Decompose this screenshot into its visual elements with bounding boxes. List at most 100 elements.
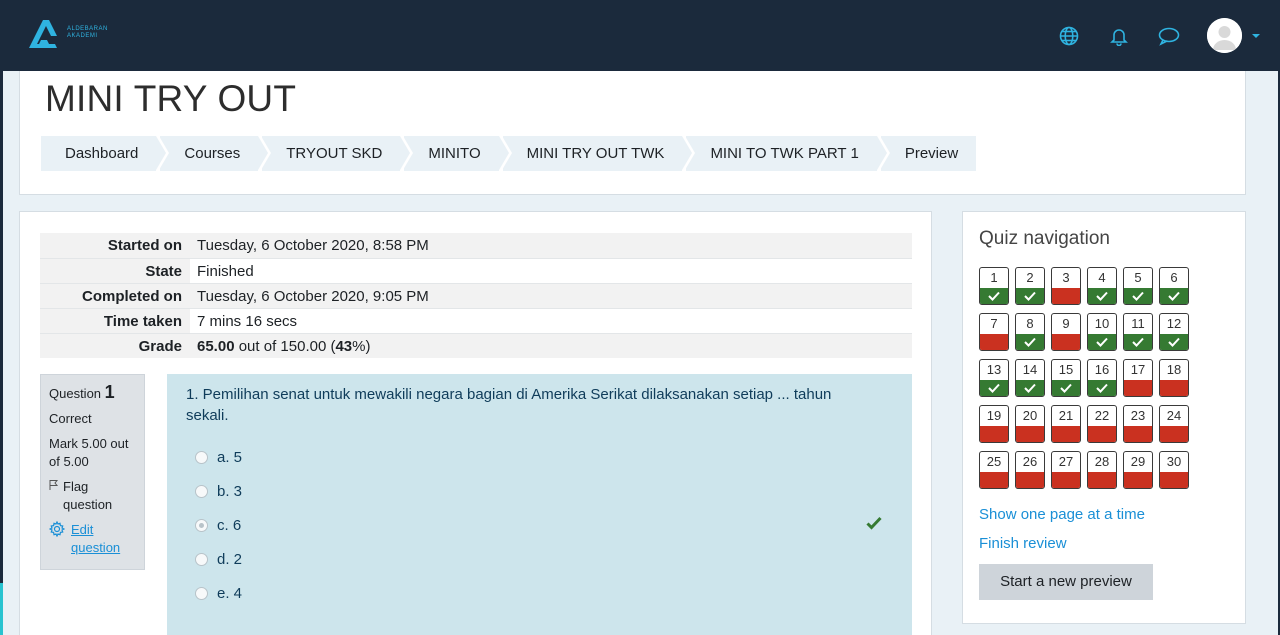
breadcrumb-item-mini-try-out-twk[interactable]: MINI TRY OUT TWK bbox=[502, 136, 696, 171]
breadcrumb-item-preview[interactable]: Preview bbox=[880, 136, 977, 171]
quiz-nav-question-button[interactable]: 23 bbox=[1123, 405, 1153, 443]
quiz-nav-question-number: 16 bbox=[1094, 362, 1110, 377]
answer-label: e. 4 bbox=[217, 584, 243, 602]
flag-question-button[interactable]: Flag question bbox=[49, 478, 136, 514]
quiz-nav-question-button[interactable]: 16 bbox=[1087, 359, 1117, 397]
answer-option-d[interactable]: d. 2 bbox=[186, 542, 893, 576]
answer-option-e[interactable]: e. 4 bbox=[186, 576, 893, 610]
top-navbar: ALDEBARAN AKADEMI bbox=[3, 0, 1278, 71]
quiz-nav-question-number: 23 bbox=[1130, 408, 1146, 423]
correct-status-icon bbox=[1016, 288, 1044, 304]
answer-label: d. 2 bbox=[217, 550, 243, 568]
question-status: Correct bbox=[49, 411, 92, 426]
answer-radio[interactable] bbox=[195, 552, 208, 566]
quiz-nav-question-button[interactable]: 25 bbox=[979, 451, 1009, 489]
edit-question-link[interactable]: Edit question bbox=[48, 520, 136, 557]
quiz-nav-question-number: 29 bbox=[1130, 454, 1146, 469]
quiz-nav-question-button[interactable]: 2 bbox=[1015, 267, 1045, 305]
breadcrumb-item-courses[interactable]: Courses bbox=[160, 136, 272, 171]
quiz-nav-question-number: 19 bbox=[986, 408, 1002, 423]
bell-icon[interactable] bbox=[1107, 24, 1131, 48]
question-content: 1. Pemilihan senat untuk mewakili negara… bbox=[167, 374, 912, 635]
quiz-nav-question-button[interactable]: 18 bbox=[1159, 359, 1189, 397]
quiz-nav-question-button[interactable]: 27 bbox=[1051, 451, 1081, 489]
quiz-nav-question-button[interactable]: 30 bbox=[1159, 451, 1189, 489]
quiz-nav-question-number: 25 bbox=[986, 454, 1002, 469]
quiz-nav-question-button[interactable]: 10 bbox=[1087, 313, 1117, 351]
summary-label: Started on bbox=[40, 233, 190, 258]
quiz-nav-question-button[interactable]: 6 bbox=[1159, 267, 1189, 305]
quiz-nav-question-button[interactable]: 20 bbox=[1015, 405, 1045, 443]
question-number-label: Question bbox=[49, 386, 102, 401]
quiz-nav-question-button[interactable]: 14 bbox=[1015, 359, 1045, 397]
answer-label: a. 5 bbox=[217, 448, 243, 466]
show-one-page-link[interactable]: Show one page at a time bbox=[979, 506, 1145, 523]
quiz-nav-question-button[interactable]: 28 bbox=[1087, 451, 1117, 489]
grade-value: 65.00 out of 150.00 (43%) bbox=[190, 334, 912, 358]
answer-option-a[interactable]: a. 5 bbox=[186, 440, 893, 474]
summary-value: Finished bbox=[197, 263, 254, 280]
answer-radio-selected[interactable] bbox=[195, 518, 208, 532]
breadcrumb-item-dashboard[interactable]: Dashboard bbox=[41, 136, 170, 171]
start-new-preview-button[interactable]: Start a new preview bbox=[979, 564, 1153, 600]
quiz-nav-question-button[interactable]: 11 bbox=[1123, 313, 1153, 351]
question-mark: Mark 5.00 out of 5.00 bbox=[49, 436, 129, 469]
quiz-nav-question-button[interactable]: 4 bbox=[1087, 267, 1117, 305]
answer-radio[interactable] bbox=[195, 484, 208, 498]
quiz-nav-question-button[interactable]: 26 bbox=[1015, 451, 1045, 489]
breadcrumb-item-mini-to-twk-part-1[interactable]: MINI TO TWK PART 1 bbox=[686, 136, 891, 171]
quiz-nav-question-button[interactable]: 3 bbox=[1051, 267, 1081, 305]
question-info-panel: Question 1 Correct Mark 5.00 out of 5.00… bbox=[40, 374, 145, 570]
globe-icon[interactable] bbox=[1057, 24, 1081, 48]
breadcrumb-item-minito[interactable]: MINITO bbox=[404, 136, 512, 171]
quiz-nav-question-number: 1 bbox=[990, 270, 998, 285]
user-avatar[interactable] bbox=[1207, 18, 1242, 53]
quiz-nav-question-button[interactable]: 15 bbox=[1051, 359, 1081, 397]
quiz-nav-question-button[interactable]: 17 bbox=[1123, 359, 1153, 397]
quiz-nav-question-button[interactable]: 5 bbox=[1123, 267, 1153, 305]
quiz-nav-question-button[interactable]: 19 bbox=[979, 405, 1009, 443]
answer-radio[interactable] bbox=[195, 586, 208, 600]
quiz-nav-question-button[interactable]: 7 bbox=[979, 313, 1009, 351]
quiz-nav-question-number: 15 bbox=[1058, 362, 1074, 377]
edit-question-label[interactable]: Edit question bbox=[71, 521, 136, 557]
grade-tail: %) bbox=[352, 338, 371, 355]
finish-review-link[interactable]: Finish review bbox=[979, 535, 1067, 552]
quiz-nav-question-number: 5 bbox=[1134, 270, 1142, 285]
answer-radio[interactable] bbox=[195, 450, 208, 464]
quiz-nav-question-number: 10 bbox=[1094, 316, 1110, 331]
quiz-nav-question-number: 13 bbox=[986, 362, 1002, 377]
correct-status-icon bbox=[1016, 380, 1044, 396]
quiz-nav-question-button[interactable]: 22 bbox=[1087, 405, 1117, 443]
user-menu-caret-icon[interactable] bbox=[1252, 33, 1260, 38]
site-logo[interactable]: ALDEBARAN AKADEMI bbox=[27, 16, 108, 50]
quiz-nav-question-button[interactable]: 13 bbox=[979, 359, 1009, 397]
breadcrumb: Dashboard Courses TRYOUT SKD MINITO MINI… bbox=[41, 136, 980, 171]
answer-option-b[interactable]: b. 3 bbox=[186, 474, 893, 508]
quiz-nav-question-button[interactable]: 9 bbox=[1051, 313, 1081, 351]
viewport: ALDEBARAN AKADEMI MINI TRY OUT Dashboard… bbox=[3, 0, 1278, 635]
quiz-nav-question-button[interactable]: 1 bbox=[979, 267, 1009, 305]
question-navigation-grid: 1 2 3 4 5 6 7 8 9 10 11 12 13 14 15 16 17 18 19 20 21 22 23 24 2… bbox=[979, 267, 1189, 489]
quiz-nav-question-button[interactable]: 12 bbox=[1159, 313, 1189, 351]
quiz-navigation-title: Quiz navigation bbox=[979, 228, 1110, 249]
summary-label: Grade bbox=[40, 334, 190, 358]
quiz-nav-question-number: 8 bbox=[1026, 316, 1034, 331]
quiz-nav-question-number: 7 bbox=[990, 316, 998, 331]
correct-status-icon bbox=[1016, 334, 1044, 350]
quiz-nav-question-button[interactable]: 29 bbox=[1123, 451, 1153, 489]
answer-option-c[interactable]: c. 6 bbox=[186, 508, 893, 542]
quiz-nav-question-button[interactable]: 8 bbox=[1015, 313, 1045, 351]
incorrect-status-bar bbox=[1088, 472, 1116, 488]
quiz-nav-question-button[interactable]: 21 bbox=[1051, 405, 1081, 443]
quiz-nav-question-number: 18 bbox=[1166, 362, 1182, 377]
quiz-nav-question-number: 4 bbox=[1098, 270, 1106, 285]
quiz-navigation-panel: Quiz navigation 1 2 3 4 5 6 7 8 9 10 11 12 13 14 15 16 1… bbox=[962, 211, 1246, 624]
logo-text-line1: ALDEBARAN bbox=[67, 26, 108, 32]
summary-label: State bbox=[40, 259, 190, 283]
breadcrumb-item-tryout-skd[interactable]: TRYOUT SKD bbox=[262, 136, 414, 171]
quiz-nav-question-button[interactable]: 24 bbox=[1159, 405, 1189, 443]
answer-options: a. 5 b. 3 c. 6 d. 2 e. 4 bbox=[186, 440, 893, 610]
chat-icon[interactable] bbox=[1157, 24, 1181, 48]
question-number: Question 1 bbox=[49, 382, 136, 403]
